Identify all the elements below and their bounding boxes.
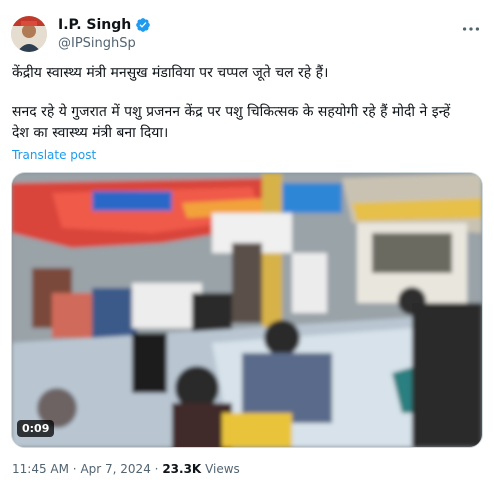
video-frame — [12, 173, 482, 447]
meta-separator: · — [72, 462, 77, 476]
tweet-line-2: सनद रहे ये गुजरात में पशु प्रजनन केंद्र … — [12, 104, 451, 120]
tweet-line-1: केंद्रीय स्वास्थ्य मंत्री मनसुख मंडाविया… — [12, 65, 329, 81]
tweet-text: केंद्रीय स्वास्थ्य मंत्री मनसुख मंडाविया… — [12, 63, 482, 144]
translate-post-link[interactable]: Translate post — [12, 148, 96, 162]
tweet-line-3: देश का स्वास्थ्य मंत्री बना दिया। — [12, 125, 169, 141]
verified-badge-icon — [136, 18, 151, 32]
avatar[interactable] — [11, 16, 47, 52]
tweet-time[interactable]: 11:45 AM — [12, 462, 69, 476]
more-options-icon[interactable] — [460, 18, 482, 40]
views-label: Views — [205, 462, 240, 476]
tweet-date[interactable]: Apr 7, 2024 — [80, 462, 150, 476]
author-name[interactable]: I.P. Singh — [58, 16, 131, 34]
author-name-row[interactable]: I.P. Singh — [58, 16, 151, 34]
views-count: 23.3K — [162, 462, 202, 476]
meta-separator-2: · — [154, 462, 159, 476]
author-handle[interactable]: @IPSinghSp — [58, 36, 136, 52]
video-duration: 0:09 — [17, 420, 55, 437]
tweet-meta: 11:45 AM · Apr 7, 2024 · 23.3K Views — [12, 461, 240, 477]
video-player[interactable] — [11, 172, 483, 448]
